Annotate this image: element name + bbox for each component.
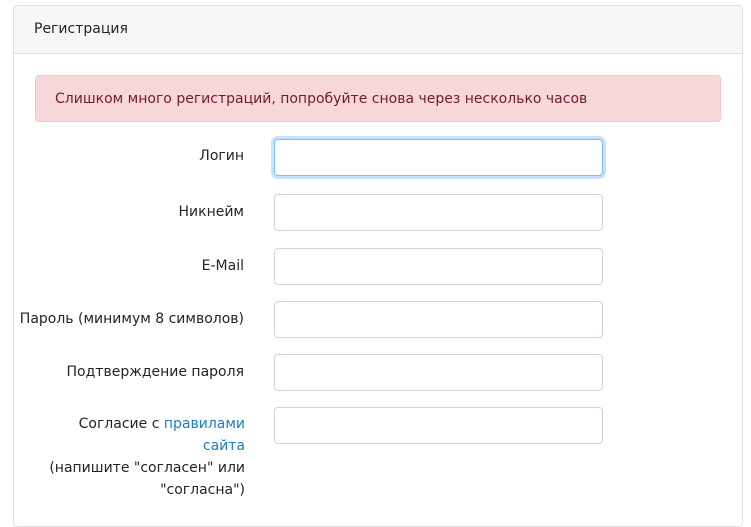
nickname-input[interactable] <box>274 194 603 231</box>
password-input[interactable] <box>274 301 603 338</box>
login-label: Логин <box>199 148 244 164</box>
login-input[interactable] <box>274 139 603 176</box>
site-rules-link[interactable]: правилами сайта <box>164 416 245 454</box>
card-title: Регистрация <box>34 21 128 37</box>
email-label: E-Mail <box>201 258 244 274</box>
confirm-password-input[interactable] <box>274 354 603 391</box>
error-message: Слишком много регистраций, попробуйте сн… <box>55 91 588 107</box>
error-alert: Слишком много регистраций, попробуйте сн… <box>35 75 721 122</box>
consent-prefix: Согласие с <box>78 416 164 432</box>
email-input[interactable] <box>274 248 603 285</box>
confirm-password-label: Подтверждение пароля <box>66 364 244 380</box>
consent-input[interactable] <box>274 407 603 444</box>
consent-label: Согласие с правилами сайта (напишите "со… <box>35 413 245 501</box>
password-label: Пароль (минимум 8 символов) <box>19 311 244 327</box>
card-header: Регистрация <box>14 6 742 54</box>
nickname-label: Никнейм <box>178 204 244 220</box>
registration-card: Регистрация Слишком много регистраций, п… <box>13 5 743 527</box>
consent-hint: (напишите "согласен" или "согласна") <box>49 460 245 498</box>
